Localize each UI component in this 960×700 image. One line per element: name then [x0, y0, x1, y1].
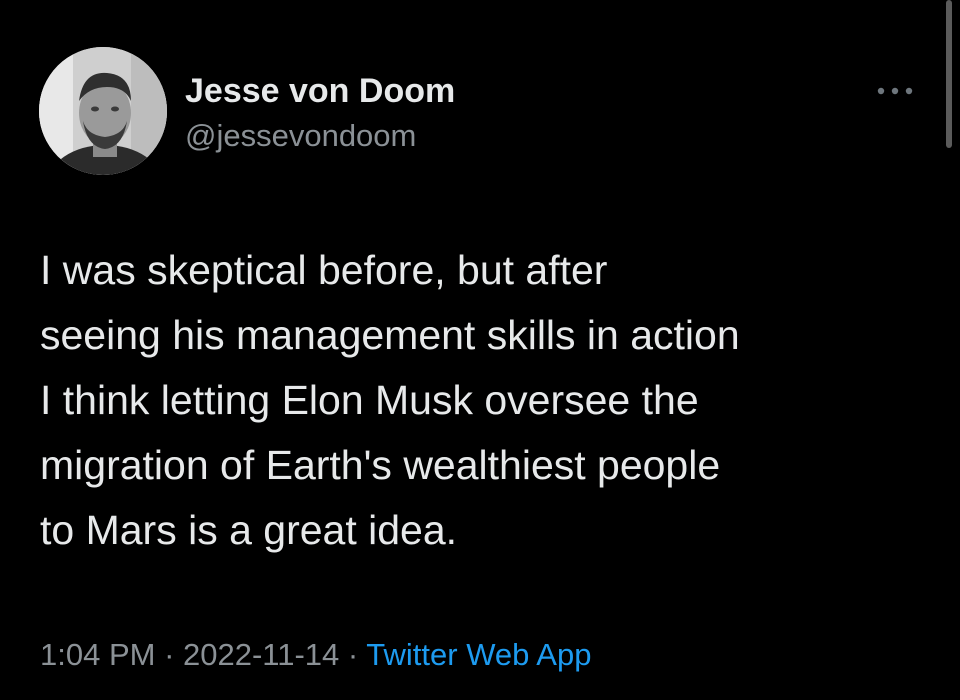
avatar[interactable] [39, 47, 167, 175]
author-name[interactable]: Jesse von Doom [185, 72, 455, 111]
meta-separator: · [339, 637, 367, 672]
tweet-text-line: to Mars is a great idea. [40, 507, 458, 553]
tweet-text-line: seeing his management skills in action [40, 312, 740, 358]
tweet-text-line: migration of Earth's wealthiest people [40, 442, 721, 488]
tweet-time[interactable]: 1:04 PM [40, 637, 155, 672]
tweet-date[interactable]: 2022-11-14 [183, 637, 339, 672]
tweet-source-link[interactable]: Twitter Web App [366, 637, 591, 672]
more-horizontal-icon [877, 87, 913, 95]
tweet-text-line: I think letting Elon Musk oversee the [40, 377, 699, 423]
meta-separator: · [155, 637, 184, 672]
author-handle[interactable]: @jessevondoom [185, 118, 416, 154]
tweet-text: I was skeptical before, but after seeing… [40, 238, 940, 563]
tweet-text-line: I was skeptical before, but after [40, 247, 608, 293]
scrollbar[interactable] [946, 0, 952, 148]
avatar-photo [39, 47, 167, 175]
tweet-metadata: 1:04 PM · 2022-11-14 · Twitter Web App [40, 637, 591, 673]
tweet-card: Jesse von Doom @jessevondoom I was skept… [0, 0, 960, 700]
more-options-button[interactable] [872, 76, 918, 106]
